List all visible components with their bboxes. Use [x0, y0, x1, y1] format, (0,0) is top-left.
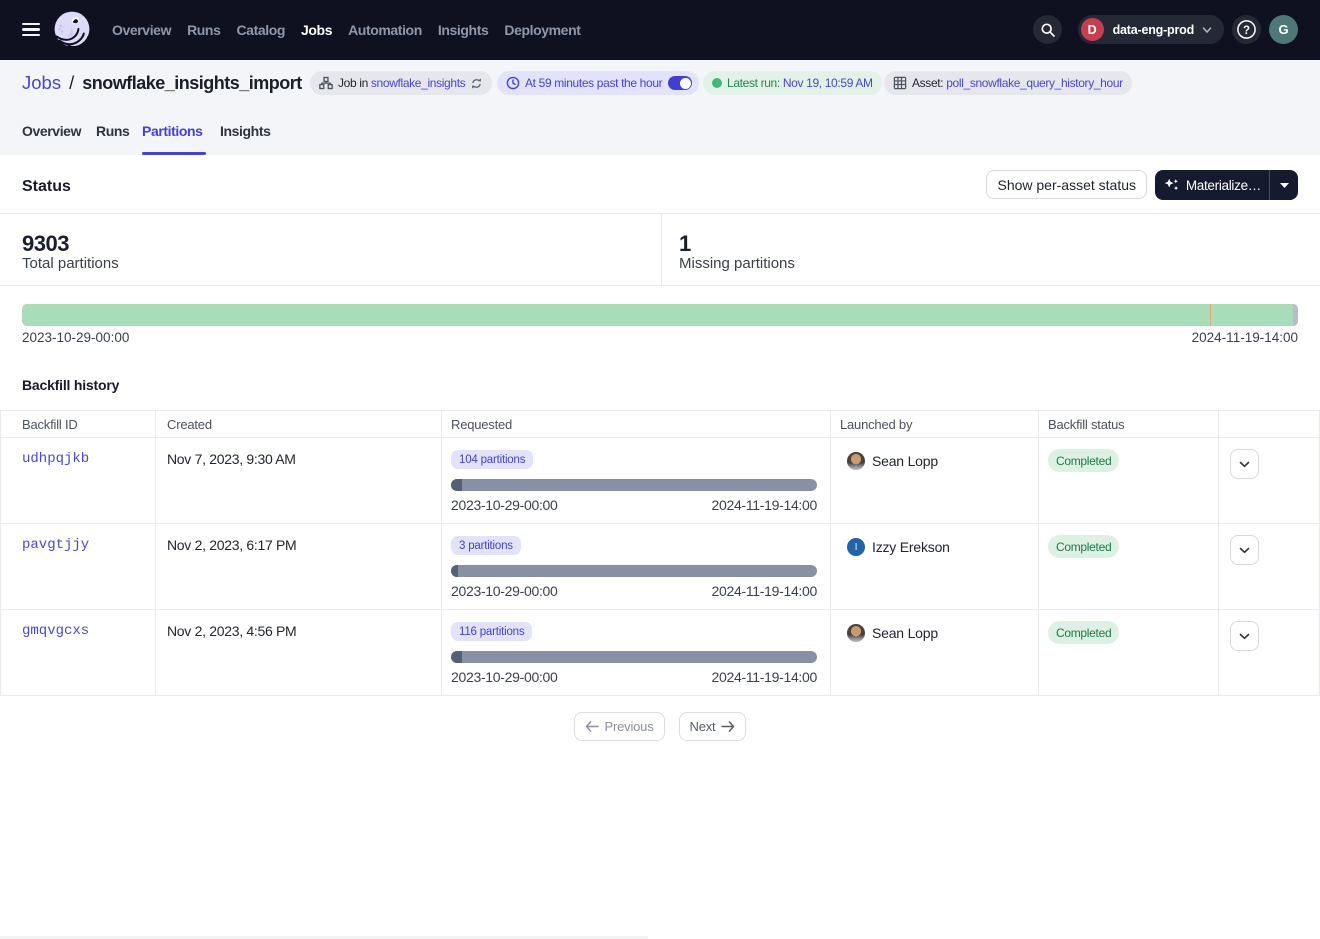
svg-text:?: ?: [1243, 25, 1250, 37]
